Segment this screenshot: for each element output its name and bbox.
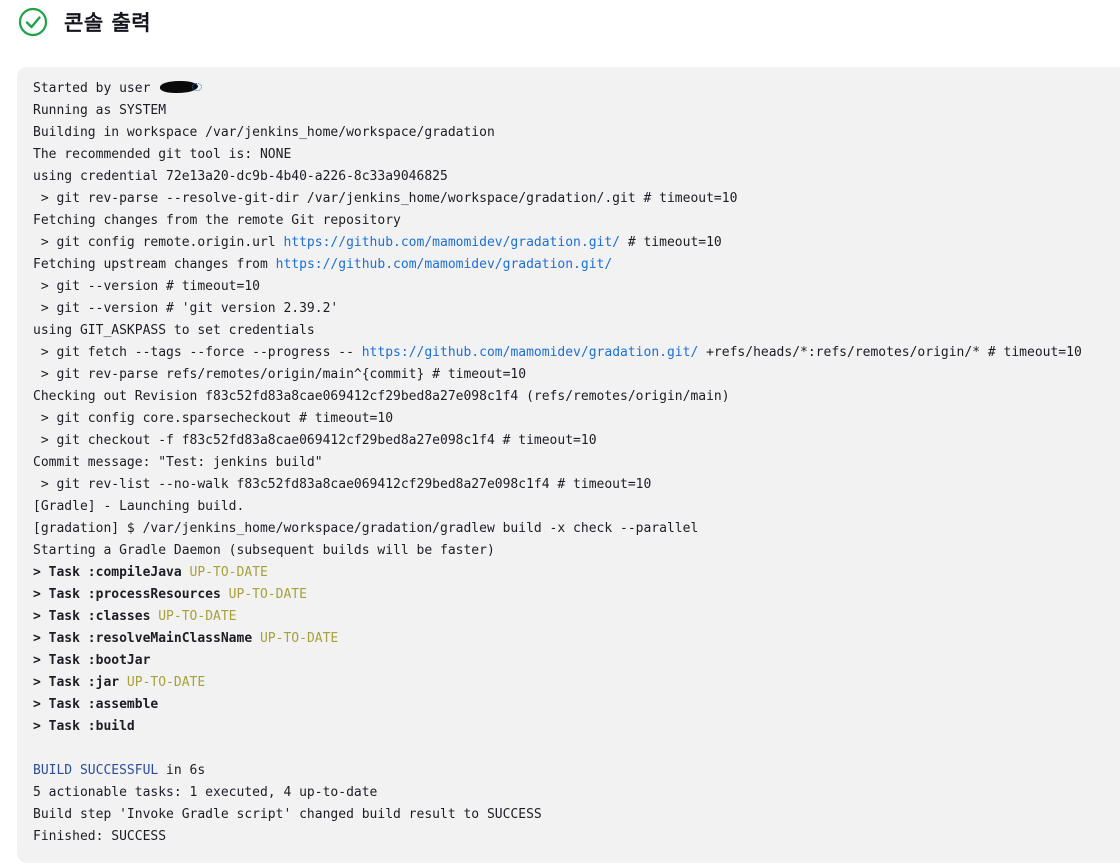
up-to-date-status: UP-TO-DATE <box>181 565 268 580</box>
console-line: > git --version # timeout=10 <box>33 279 260 294</box>
success-check-circle-icon <box>18 7 48 37</box>
console-line: Starting a Gradle Daemon (subsequent bui… <box>33 543 495 558</box>
console-line: Checking out Revision f83c52fd83a8cae069… <box>33 389 730 404</box>
repo-link[interactable]: https://github.com/mamomidev/gradation.g… <box>283 235 620 250</box>
task-line: > Task :classes UP-TO-DATE <box>33 609 237 624</box>
console-line-git-config-url: > git config remote.origin.url https://g… <box>33 235 722 250</box>
task-line: > Task :build <box>33 719 135 734</box>
up-to-date-status: UP-TO-DATE <box>220 587 307 602</box>
console-line: > git config core.sparsecheckout # timeo… <box>33 411 394 426</box>
console-line: The recommended git tool is: NONE <box>33 147 292 162</box>
console-line: > git rev-parse --resolve-git-dir /var/j… <box>33 191 738 206</box>
console-line: Fetching changes from the remote Git rep… <box>33 213 401 228</box>
task-line: > Task :compileJava UP-TO-DATE <box>33 565 268 580</box>
up-to-date-status: UP-TO-DATE <box>119 675 206 690</box>
console-line-git-fetch: > git fetch --tags --force --progress --… <box>33 345 1082 360</box>
console-line: 5 actionable tasks: 1 executed, 4 up-to-… <box>33 785 378 800</box>
console-line: Running as SYSTEM <box>33 103 167 118</box>
console-line: Building in workspace /var/jenkins_home/… <box>33 125 495 140</box>
page-header: 콘솔 출력 <box>18 6 151 38</box>
console-line: > git --version # 'git version 2.39.2' <box>33 301 339 316</box>
console-line: Commit message: "Test: jenkins build" <box>33 455 323 470</box>
console-line: > git rev-list --no-walk f83c52fd83a8cae… <box>33 477 652 492</box>
console-line: Build step 'Invoke Gradle script' change… <box>33 807 542 822</box>
up-to-date-status: UP-TO-DATE <box>150 609 237 624</box>
console-line: using credential 72e13a20-dc9b-4b40-a226… <box>33 169 448 184</box>
build-successful-label: BUILD SUCCESSFUL <box>33 763 159 778</box>
repo-link[interactable]: https://github.com/mamomidev/gradation.g… <box>362 345 699 360</box>
console-line: Finished: SUCCESS <box>33 829 167 844</box>
task-line: > Task :jar UP-TO-DATE <box>33 675 206 690</box>
task-line: > Task :assemble <box>33 697 159 712</box>
console-output: Started by user Running as SYSTEM Buildi… <box>17 67 1120 863</box>
task-line: > Task :bootJar <box>33 653 151 668</box>
console-line: [Gradle] - Launching build. <box>33 499 245 514</box>
console-line: using GIT_ASKPASS to set credentials <box>33 323 315 338</box>
task-line: > Task :resolveMainClassName UP-TO-DATE <box>33 631 339 646</box>
console-line-started-by: Started by user <box>33 78 1120 100</box>
console-line: > git checkout -f f83c52fd83a8cae069412c… <box>33 433 597 448</box>
page-title: 콘솔 출력 <box>64 11 152 35</box>
console-line-fetching-upstream: Fetching upstream changes from https://g… <box>33 257 613 272</box>
task-line: > Task :processResources UP-TO-DATE <box>33 587 307 602</box>
up-to-date-status: UP-TO-DATE <box>252 631 339 646</box>
repo-link[interactable]: https://github.com/mamomidev/gradation.g… <box>276 257 613 272</box>
build-result-line: BUILD SUCCESSFUL in 6s <box>33 763 206 778</box>
console-line: > git rev-parse refs/remotes/origin/main… <box>33 367 527 382</box>
redacted-username <box>160 81 203 93</box>
console-line: [gradation] $ /var/jenkins_home/workspac… <box>33 521 699 536</box>
